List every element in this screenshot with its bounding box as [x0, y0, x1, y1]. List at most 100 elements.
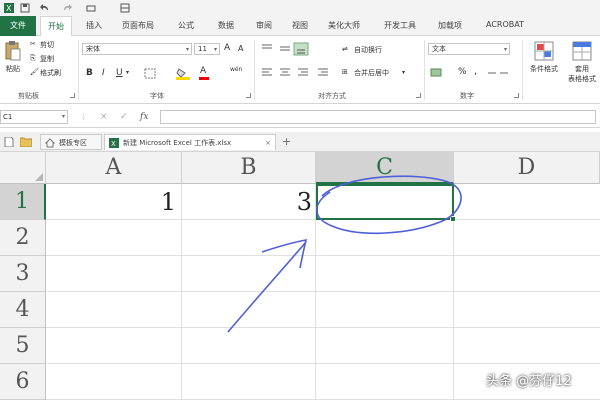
format-as-table-label-1: 套用: [575, 65, 589, 73]
vertical-align-icon[interactable]: [260, 42, 320, 56]
tab-acrobat[interactable]: ACROBAT: [486, 20, 524, 29]
format-painter-button[interactable]: 格式刷: [40, 68, 61, 78]
number-format-value: 文本: [432, 45, 446, 53]
ribbon-tab-bar: 文件 开始 插入 页面布局 公式 数据 审阅 视图 美化大师 开发工具 加载项 …: [0, 16, 600, 37]
chevron-down-icon: ▾: [185, 46, 189, 53]
tab-review[interactable]: 审阅: [256, 20, 272, 31]
wrap-text-button[interactable]: 自动换行: [354, 45, 382, 55]
divider: [254, 40, 255, 100]
clipboard-launcher-icon[interactable]: [70, 93, 75, 98]
spreadsheet-grid: A B C D 1 2 3 4 5 6 1 3 头条 @芬仔12: [0, 152, 600, 400]
format-as-table-label-2: 表格格式: [568, 75, 596, 83]
name-box-value: C1: [3, 113, 13, 121]
percent-style-button[interactable]: %: [458, 67, 467, 77]
font-color-swatch: [199, 77, 209, 80]
tab-view[interactable]: 视图: [292, 20, 308, 31]
bold-button[interactable]: B: [86, 68, 93, 78]
number-format-select[interactable]: 文本 ▾: [428, 43, 510, 55]
format-painter-icon: 🖌: [30, 68, 39, 76]
paste-button[interactable]: 粘贴: [2, 40, 24, 74]
tab-add-ins[interactable]: 加载项: [438, 20, 462, 31]
alignment-group-label: 对齐方式: [318, 92, 346, 100]
clipboard-group-label: 剪贴板: [18, 92, 39, 100]
customize-icon[interactable]: [86, 3, 96, 13]
tab-formulas[interactable]: 公式: [178, 20, 194, 31]
copy-button[interactable]: 复制: [40, 54, 54, 64]
chevron-down-icon: ▾: [402, 69, 406, 76]
chevron-down-icon: ▾: [61, 113, 65, 120]
decimal-adjust-icon[interactable]: [486, 67, 512, 79]
formula-bar: C1 ▾ ⋮ × ✓ fx: [0, 106, 600, 128]
tab-insert[interactable]: 插入: [86, 20, 102, 31]
formula-input[interactable]: [160, 110, 596, 124]
number-launcher-icon[interactable]: [514, 93, 519, 98]
formula-bar-grip-icon: ⋮: [80, 113, 87, 121]
save-icon[interactable]: [20, 3, 30, 13]
annotation-circle: [315, 175, 462, 234]
cut-icon: ✂: [30, 40, 36, 48]
quick-access-toolbar: X: [0, 0, 600, 16]
cut-button[interactable]: 剪切: [40, 40, 54, 50]
copy-icon: ⎘: [30, 54, 36, 62]
grow-font-button[interactable]: A: [224, 43, 230, 53]
annotation-arrow: [227, 241, 307, 333]
excel-logo-icon: X: [4, 3, 14, 13]
comma-style-button[interactable]: ,: [474, 66, 477, 77]
format-as-table-button[interactable]: 套用 表格格式: [564, 40, 600, 84]
insert-function-button[interactable]: fx: [140, 112, 148, 122]
svg-text:X: X: [111, 140, 116, 148]
accounting-format-icon[interactable]: [430, 67, 444, 79]
font-color-button[interactable]: A: [200, 66, 206, 76]
ribbon-home: 粘贴 ✂ 剪切 ⎘ 复制 🖌 格式刷 剪贴板 宋体 ▾ 11 ▾ A A B I U…: [0, 36, 600, 104]
tab-home[interactable]: 开始: [40, 16, 72, 37]
number-group-label: 数字: [460, 92, 474, 100]
divider: [522, 40, 523, 100]
underline-button[interactable]: U: [116, 68, 123, 78]
tab-workbook-file-label: 新建 Microsoft Excel 工作表.xlsx: [123, 139, 232, 147]
border-icon[interactable]: [144, 68, 156, 79]
close-tab-icon[interactable]: ×: [265, 135, 271, 151]
alignment-launcher-icon[interactable]: [416, 93, 421, 98]
font-name-value: 宋体: [86, 45, 100, 53]
conditional-formatting-button[interactable]: 条件格式: [526, 40, 562, 74]
svg-text:X: X: [6, 4, 12, 13]
tab-beautify-master[interactable]: 美化大师: [328, 20, 360, 31]
new-document-icon[interactable]: [4, 137, 14, 147]
tab-data[interactable]: 数据: [218, 20, 234, 31]
name-box[interactable]: C1 ▾: [0, 110, 68, 124]
enter-entry-button[interactable]: ✓: [120, 112, 128, 122]
add-tab-button[interactable]: +: [282, 135, 291, 148]
tab-workbook-file[interactable]: X 新建 Microsoft Excel 工作表.xlsx ×: [104, 134, 276, 150]
folder-icon[interactable]: [20, 137, 32, 147]
conditional-formatting-icon: [534, 41, 554, 61]
conditional-formatting-label: 条件格式: [530, 65, 558, 73]
divider: [78, 40, 79, 100]
format-as-table-icon: [572, 41, 592, 61]
horizontal-align-icon[interactable]: [260, 66, 340, 78]
phonetic-guide-button[interactable]: wén: [230, 66, 242, 73]
grid-icon[interactable]: [120, 3, 130, 13]
redo-icon[interactable]: [62, 3, 72, 13]
tab-file[interactable]: 文件: [0, 16, 36, 36]
font-launcher-icon[interactable]: [246, 93, 251, 98]
tab-template-zone[interactable]: 模板专区: [40, 134, 102, 150]
cancel-entry-button[interactable]: ×: [100, 112, 108, 122]
divider: [424, 40, 425, 100]
fill-color-icon[interactable]: [176, 67, 190, 80]
font-size-select[interactable]: 11 ▾: [194, 43, 220, 55]
annotation-arrowhead: [261, 238, 308, 269]
merge-center-button[interactable]: 合并后居中: [354, 68, 389, 78]
font-size-value: 11: [198, 45, 207, 53]
undo-icon[interactable]: [40, 3, 50, 13]
font-name-select[interactable]: 宋体 ▾: [82, 43, 192, 55]
tab-page-layout[interactable]: 页面布局: [122, 20, 154, 31]
home-icon: [45, 138, 55, 148]
tab-template-zone-label: 模板专区: [59, 139, 87, 147]
italic-button[interactable]: I: [102, 68, 105, 78]
tab-developer[interactable]: 开发工具: [384, 20, 416, 31]
watermark: 头条 @芬仔12: [486, 374, 572, 389]
excel-file-icon: X: [109, 138, 119, 148]
shrink-font-button[interactable]: A: [238, 44, 243, 53]
wrap-text-icon: ⇌: [342, 45, 348, 53]
workbook-tab-strip: 模板专区 X 新建 Microsoft Excel 工作表.xlsx × +: [0, 132, 600, 152]
